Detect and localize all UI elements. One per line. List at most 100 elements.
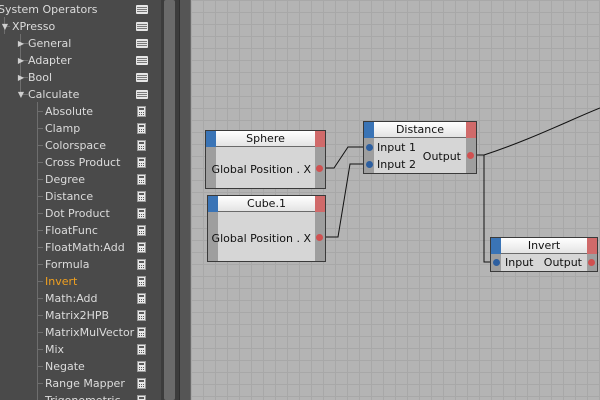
tree-item-label: Calculate (28, 88, 80, 101)
tree-item-trigonometric[interactable]: Trigonometric (0, 392, 158, 400)
port-label: Input 2 (377, 158, 416, 171)
tree-item-label: FloatFunc (45, 224, 98, 237)
tree-guide-line (37, 213, 43, 214)
calculator-icon (137, 106, 146, 117)
calculator-icon (137, 157, 146, 168)
input-port[interactable] (366, 161, 373, 168)
tree-item-dot-product[interactable]: Dot Product (0, 205, 158, 222)
node-title: Cube.1 (247, 197, 286, 210)
node-header[interactable]: Distance (364, 122, 476, 138)
tree-item-cross-product[interactable]: Cross Product (0, 154, 158, 171)
tree-item-label: Bool (28, 71, 53, 84)
calculator-icon (137, 140, 146, 151)
tree-item-xpresso[interactable]: ▼ XPresso (0, 18, 158, 35)
expand-arrow-right-icon[interactable]: ▶ (17, 35, 25, 52)
tree-item-mix[interactable]: Mix (0, 341, 158, 358)
tree-item-adapter[interactable]: ▶ Adapter (0, 52, 158, 69)
tree-item-clamp[interactable]: Clamp (0, 120, 158, 137)
node-header[interactable]: Sphere (206, 131, 325, 147)
tree-guide-line (37, 162, 43, 163)
tree-item-floatfunc[interactable]: FloatFunc (0, 222, 158, 239)
tree-item-label: Range Mapper (45, 377, 125, 390)
expand-arrow-right-icon[interactable]: ▶ (17, 69, 25, 86)
tree-guide-line (37, 145, 43, 146)
node-invert[interactable]: Invert Input Output (490, 237, 598, 272)
tree-guide-line (37, 111, 43, 112)
tree-item-range-mapper[interactable]: Range Mapper (0, 375, 158, 392)
tree-guide-line (37, 196, 43, 197)
tree-item-bool[interactable]: ▶ Bool (0, 69, 158, 86)
node-header[interactable]: Invert (491, 238, 597, 254)
tree-item-label: Trigonometric (45, 392, 121, 400)
tree-item-label: XPresso (12, 20, 56, 33)
output-ports-tab[interactable] (315, 131, 325, 147)
input-port[interactable] (493, 259, 500, 266)
folder-icon (136, 39, 148, 48)
node-distance[interactable]: Distance Input 1 Input 2 Output (363, 121, 477, 174)
tree-guide-line (37, 383, 43, 384)
tree-item-label: Clamp (45, 122, 81, 135)
port-label: Input (505, 256, 534, 269)
tree-guide-line (37, 128, 43, 129)
tree-item-formula[interactable]: Formula (0, 256, 158, 273)
tree-guide-line (37, 332, 43, 333)
node-cube-1[interactable]: Cube.1 Global Position . X (207, 195, 326, 262)
tree-item-label: Invert (45, 275, 78, 288)
input-ports-tab[interactable] (208, 196, 218, 212)
tree-item-label: Formula (45, 258, 90, 271)
tree-guide-line (37, 247, 43, 248)
tree-item-negate[interactable]: Negate (0, 358, 158, 375)
tree-item-colorspace[interactable]: Colorspace (0, 137, 158, 154)
node-sphere[interactable]: Sphere Global Position . X (205, 130, 326, 189)
output-port[interactable] (316, 234, 323, 241)
output-port[interactable] (467, 152, 474, 159)
node-header[interactable]: Cube.1 (208, 196, 325, 212)
expand-arrow-right-icon[interactable]: ▶ (17, 52, 25, 69)
tree-item-label: Mix (45, 343, 65, 356)
tree-guide-line (37, 230, 43, 231)
tree-item-absolute[interactable]: Absolute (0, 103, 158, 120)
folder-icon (136, 5, 148, 14)
tree-item-general[interactable]: ▶ General (0, 35, 158, 52)
tree-item-label: MatrixMulVector (45, 326, 135, 339)
tree-guide-line (37, 349, 43, 350)
tree-scrollbar[interactable] (161, 0, 179, 400)
tree-item-label: General (28, 37, 72, 50)
object-tree-panel: System Operators ▼ XPresso ▶ General ▶ A… (0, 0, 179, 400)
tree-item-matrixmulvector[interactable]: MatrixMulVector (0, 324, 158, 341)
expand-arrow-down-icon[interactable]: ▼ (17, 86, 25, 103)
folder-icon (136, 90, 148, 99)
tree-item-floatmath-add[interactable]: FloatMath:Add (0, 239, 158, 256)
tree-item-math-add[interactable]: Math:Add (0, 290, 158, 307)
tree-item-system-operators[interactable]: System Operators (0, 1, 158, 18)
calculator-icon (137, 293, 146, 304)
calculator-icon (137, 191, 146, 202)
tree-item-invert[interactable]: Invert (0, 273, 158, 290)
output-ports-tab[interactable] (587, 238, 597, 254)
expand-arrow-down-icon[interactable]: ▼ (1, 18, 9, 35)
tree-item-label: Dot Product (45, 207, 110, 220)
output-ports-tab[interactable] (315, 196, 325, 212)
calculator-icon (137, 208, 146, 219)
input-port[interactable] (366, 144, 373, 151)
tree-item-label: Distance (45, 190, 94, 203)
tree-item-distance[interactable]: Distance (0, 188, 158, 205)
node-title: Distance (395, 123, 445, 136)
tree-item-degree[interactable]: Degree (0, 171, 158, 188)
tree-item-label: Degree (45, 173, 86, 186)
tree-item-matrix2hpb[interactable]: Matrix2HPB (0, 307, 158, 324)
tree-item-calculate[interactable]: ▼ Calculate (0, 86, 158, 103)
input-ports-tab[interactable] (364, 122, 374, 138)
panel-divider[interactable] (179, 0, 191, 400)
output-ports-tab[interactable] (466, 122, 476, 138)
tree-scrollbar-thumb[interactable] (164, 0, 175, 400)
calculator-icon (137, 225, 146, 236)
input-ports-tab[interactable] (206, 131, 216, 147)
output-port[interactable] (316, 165, 323, 172)
input-ports-tab[interactable] (491, 238, 501, 254)
tree-item-label: Negate (45, 360, 85, 373)
port-label: Output (543, 256, 582, 269)
calculator-icon (137, 378, 146, 389)
output-port[interactable] (588, 259, 595, 266)
node-title: Invert (527, 239, 561, 252)
